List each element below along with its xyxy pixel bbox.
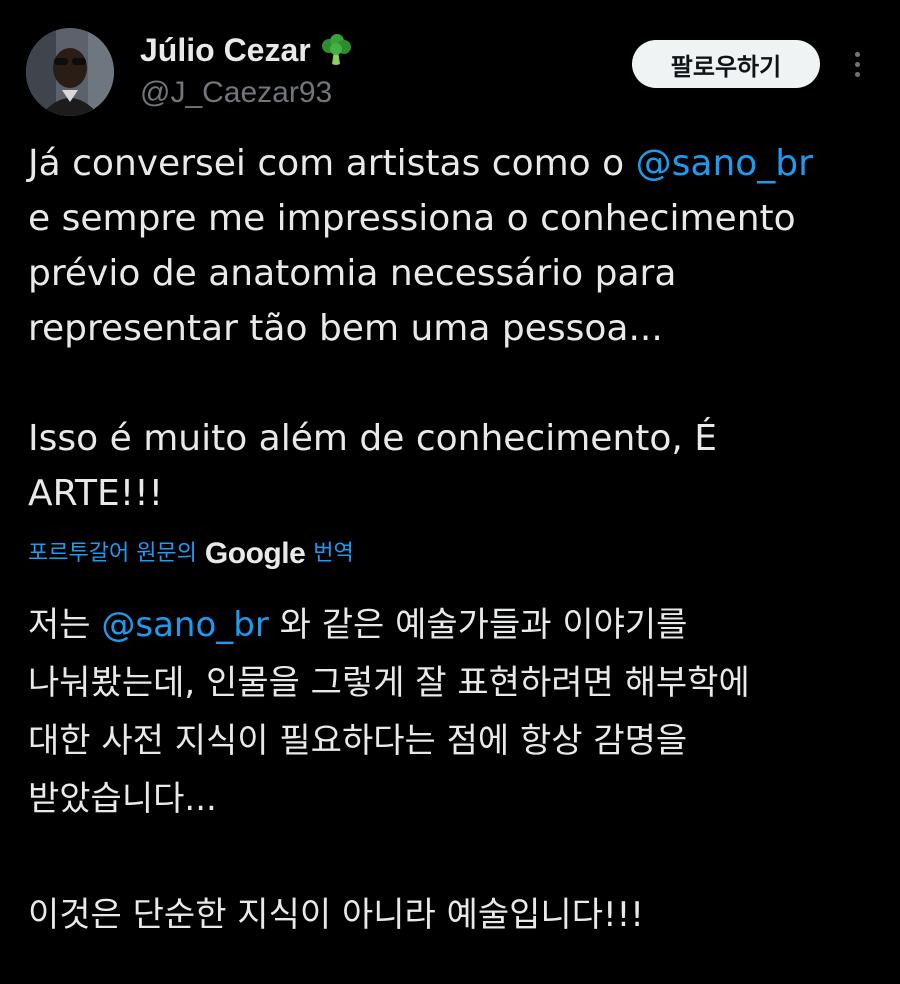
tweet-line: Isso é muito além de conhecimento, É	[28, 418, 718, 459]
translated-blank-line	[28, 828, 888, 886]
user-handle[interactable]: @J_Caezar93	[140, 74, 353, 112]
tweet-text: Já conversei com artistas como o @sano_b…	[28, 136, 888, 521]
translation-label[interactable]: 번역	[313, 538, 353, 570]
tweet-line: representar tão bem uma pessoa...	[28, 308, 663, 349]
follow-button[interactable]: 팔로우하기	[632, 40, 820, 88]
tweet-line: e sempre me impressiona o conhecimento	[28, 198, 796, 239]
tweet-card: Júlio Cezar @J_Caezar93 팔로우하기 Já convers…	[0, 0, 900, 984]
mention-link[interactable]: @sano_br	[101, 605, 268, 645]
translated-line: 저는 @sano_br 와 같은 예술가들과 이야기를	[28, 605, 688, 645]
tweet-line: ARTE!!!	[28, 473, 164, 514]
translation-attribution: 포르투갈어 원문의 Google 번역	[28, 538, 354, 570]
author-info: Júlio Cezar @J_Caezar93	[140, 30, 353, 112]
mention-link[interactable]: @sano_br	[636, 143, 813, 184]
display-name[interactable]: Júlio Cezar	[140, 30, 353, 70]
translation-source-label[interactable]: 포르투갈어 원문의	[28, 538, 197, 570]
tweet-line: prévio de anatomia necessário para	[28, 253, 677, 294]
avatar-image	[26, 28, 114, 116]
display-name-text: Júlio Cezar	[140, 32, 311, 68]
more-vertical-icon[interactable]	[842, 46, 872, 82]
translated-line: 받았습니다...	[28, 779, 217, 819]
broccoli-icon	[321, 34, 351, 65]
avatar[interactable]	[26, 28, 114, 116]
tweet-line: Já conversei com artistas como o @sano_b…	[28, 143, 813, 184]
translated-text: 저는 @sano_br 와 같은 예술가들과 이야기를 나눠봤는데, 인물을 그…	[28, 596, 888, 944]
translated-line: 나눠봤는데, 인물을 그렇게 잘 표현하려면 해부학에	[28, 663, 750, 703]
translated-line: 대한 사전 지식이 필요하다는 점에 항상 감명을	[28, 721, 688, 761]
translated-line: 이것은 단순한 지식이 아니라 예술입니다!!!	[28, 895, 644, 935]
google-logo: Google	[204, 537, 306, 570]
tweet-blank-line	[28, 356, 888, 411]
